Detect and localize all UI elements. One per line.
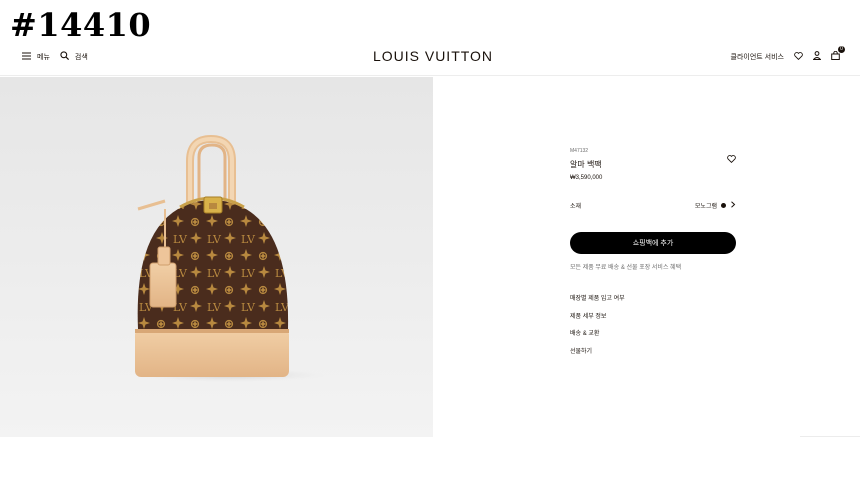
link-gifting[interactable]: 선물하기: [570, 346, 625, 355]
product-links: 매장별 제품 입고 여부 제품 세부 정보 배송 & 교환 선물하기: [570, 293, 625, 363]
heart-icon[interactable]: [794, 51, 803, 62]
cart-button[interactable]: 0: [831, 46, 845, 62]
link-shipping-returns[interactable]: 배송 & 교환: [570, 328, 625, 337]
shipping-note: 모든 제품 무료 배송 & 선물 포장 서비스 혜택: [570, 265, 682, 271]
user-icon[interactable]: [812, 51, 822, 62]
listing-id-overlay: #14410: [10, 6, 152, 44]
alma-backpack-illustration: LV: [135, 134, 325, 382]
product-info: M47132 알마 백팩 ₩3,590,000: [570, 148, 736, 181]
material-value-group: 모노그램: [695, 201, 736, 210]
divider: [800, 436, 860, 437]
product-sku: M47132: [570, 148, 589, 154]
link-store-availability[interactable]: 매장별 제품 입고 여부: [570, 293, 625, 302]
product-price: ₩3,590,000: [570, 175, 603, 181]
product-image[interactable]: LV: [0, 77, 433, 437]
chevron-right-icon: [730, 201, 736, 210]
site-header: 메뉴 검색 LOUIS VUITTON 클라이언트 서비스 0: [0, 40, 860, 76]
add-to-cart-button[interactable]: 쇼핑백에 추가: [570, 232, 736, 254]
material-label: 소재: [570, 204, 582, 210]
header-right: 클라이언트 서비스 0: [731, 46, 845, 62]
product-name: 알마 백팩: [570, 160, 602, 169]
material-value: 모노그램: [694, 204, 717, 210]
material-swatch: [721, 203, 726, 208]
link-product-details[interactable]: 제품 세부 정보: [570, 311, 625, 320]
client-services-link[interactable]: 클라이언트 서비스: [731, 52, 784, 62]
wishlist-heart-icon[interactable]: [727, 150, 736, 168]
material-selector[interactable]: 소재 모노그램: [570, 201, 736, 210]
cart-count-badge: 0: [838, 46, 845, 53]
